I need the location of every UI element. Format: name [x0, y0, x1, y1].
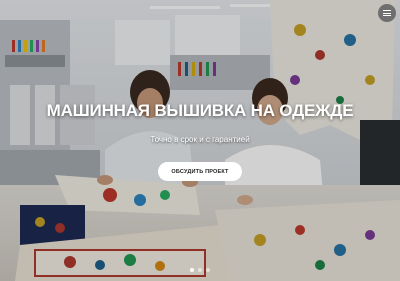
slider-dot-2[interactable]	[198, 268, 202, 272]
hero-slider: МАШИННАЯ ВЫШИВКА НА ОДЕЖДЕ Точно в срок …	[0, 0, 400, 281]
slider-dot-1[interactable]	[190, 268, 194, 272]
menu-button[interactable]	[378, 4, 396, 22]
slider-dot-3[interactable]	[206, 268, 210, 272]
slider-pagination	[0, 268, 400, 272]
hero-subtitle: Точно в срок и с гарантией	[150, 135, 250, 144]
discuss-project-button[interactable]: ОБСУДИТЬ ПРОЕКТ	[158, 162, 242, 181]
hero-title: МАШИННАЯ ВЫШИВКА НА ОДЕЖДЕ	[46, 101, 354, 120]
hamburger-icon	[383, 10, 391, 16]
